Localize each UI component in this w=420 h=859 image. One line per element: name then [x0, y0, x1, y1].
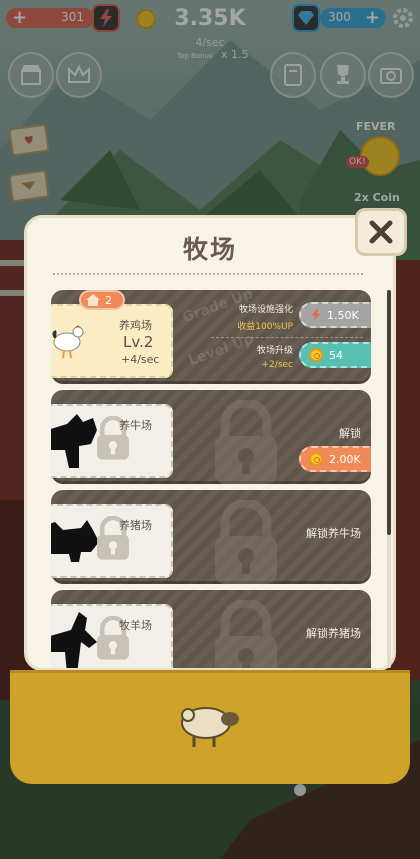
- close-icon: [369, 220, 393, 244]
- farm-levelup-text: 牧场升级 +2/sec: [197, 343, 293, 370]
- farm-levelup-button[interactable]: 54: [299, 342, 371, 368]
- farm-name: 养猪场: [119, 519, 152, 532]
- facility-upgrade-cost: 1.50K: [327, 308, 359, 322]
- farm-card-cow[interactable]: 养牛场: [51, 404, 173, 478]
- farm-card-sheep[interactable]: 牧羊场: [51, 604, 173, 668]
- unlock-label: 解锁养猪场: [306, 627, 361, 640]
- farm-modal: 牧场 Grade Up Level Up 养鸡场 Lv.2 +4/sec 2 牧…: [24, 215, 396, 671]
- farm-levelup-rate: +2/sec: [261, 360, 293, 370]
- coin-icon: [309, 452, 323, 466]
- facility-upgrade-desc: 收益100%UP: [237, 322, 293, 332]
- scrollbar-thumb[interactable]: [387, 290, 391, 535]
- pig-silhouette-icon: [51, 520, 99, 562]
- farm-levelup-cost: 54: [329, 348, 343, 362]
- farm-level: Lv.2: [123, 333, 154, 351]
- facility-upgrade-button[interactable]: 1.50K: [299, 302, 371, 328]
- facility-upgrade-text: 牧场设施强化 收益100%UP: [197, 302, 293, 332]
- section-divider: [211, 337, 363, 338]
- chicken-icon: [52, 325, 86, 359]
- farm-name: 养牛场: [119, 419, 152, 432]
- title-divider: [53, 273, 363, 275]
- farm-name: 牧羊场: [119, 619, 152, 632]
- padlock-icon: [215, 400, 277, 484]
- modal-title: 牧场: [182, 235, 237, 264]
- farm-row-cow: 养牛场 解锁 2.00K: [51, 390, 371, 484]
- farm-name: 养鸡场: [119, 319, 152, 332]
- padlock-icon: [215, 600, 277, 668]
- farm-levelup-title: 牧场升级: [256, 346, 293, 356]
- facility-upgrade-title: 牧场设施强化: [238, 305, 293, 315]
- house-count-badge: 2: [79, 290, 125, 310]
- close-button[interactable]: [355, 208, 407, 256]
- house-count: 2: [105, 293, 112, 307]
- farm-row-pig: 养猪场 解锁养牛场: [51, 490, 371, 584]
- padlock-icon: [215, 500, 277, 584]
- farm-row-chicken: Grade Up Level Up 养鸡场 Lv.2 +4/sec 2 牧场设施…: [51, 290, 371, 384]
- farm-row-sheep: 牧羊场 解锁养猪场: [51, 590, 371, 668]
- unlock-label: 解锁: [339, 427, 361, 440]
- house-icon: [86, 294, 100, 306]
- unlock-cow-button[interactable]: 2.00K: [299, 446, 371, 472]
- farm-card-pig[interactable]: 养猪场: [51, 504, 173, 578]
- unlock-cost: 2.00K: [329, 452, 361, 466]
- farm-list[interactable]: Grade Up Level Up 养鸡场 Lv.2 +4/sec 2 牧场设施…: [51, 290, 371, 668]
- coin-icon: [309, 348, 323, 362]
- sheep-icon: [181, 707, 239, 747]
- bottom-action-panel[interactable]: [10, 670, 410, 784]
- unlock-label: 解锁养牛场: [306, 527, 361, 540]
- farm-card-chicken[interactable]: 养鸡场 Lv.2 +4/sec: [51, 304, 173, 378]
- lightning-icon: [311, 308, 321, 322]
- farm-rate: +4/sec: [121, 353, 160, 366]
